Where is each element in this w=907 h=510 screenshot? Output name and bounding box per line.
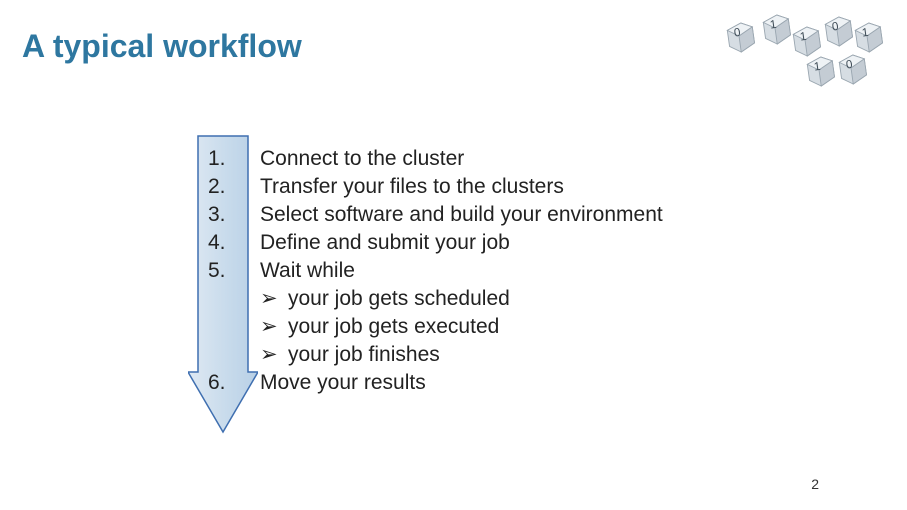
logo-cubes: 0 1 1 0 bbox=[717, 10, 887, 90]
arrow-bullet-icon: ➢ bbox=[260, 313, 288, 341]
slide: A typical workflow 0 1 1 bbox=[0, 0, 907, 510]
step-number: 2. bbox=[208, 173, 226, 201]
step-numbers: 1. 2. 3. 4. 5. 6. bbox=[208, 145, 226, 397]
arrow-bullet-icon: ➢ bbox=[260, 285, 288, 313]
step-number: 4. bbox=[208, 229, 226, 257]
cube-icon: 0 bbox=[831, 48, 872, 89]
step-text: Move your results bbox=[260, 369, 663, 397]
step-text: Connect to the cluster bbox=[260, 145, 663, 173]
cube-icon: 0 bbox=[719, 16, 760, 57]
page-number: 2 bbox=[811, 476, 819, 492]
step-sub: ➢your job finishes bbox=[260, 341, 663, 369]
step-sub: ➢your job gets executed bbox=[260, 313, 663, 341]
step-text: Define and submit your job bbox=[260, 229, 663, 257]
step-number: 5. bbox=[208, 257, 226, 285]
step-sub: ➢your job gets scheduled bbox=[260, 285, 663, 313]
arrow-bullet-icon: ➢ bbox=[260, 341, 288, 369]
step-content: Connect to the cluster Transfer your fil… bbox=[260, 145, 663, 397]
step-number: 1. bbox=[208, 145, 226, 173]
step-text: Transfer your files to the clusters bbox=[260, 173, 663, 201]
step-number: 6. bbox=[208, 369, 226, 397]
step-text: Select software and build your environme… bbox=[260, 201, 663, 229]
step-text: Wait while bbox=[260, 257, 663, 285]
page-title: A typical workflow bbox=[22, 28, 302, 65]
step-number: 3. bbox=[208, 201, 226, 229]
